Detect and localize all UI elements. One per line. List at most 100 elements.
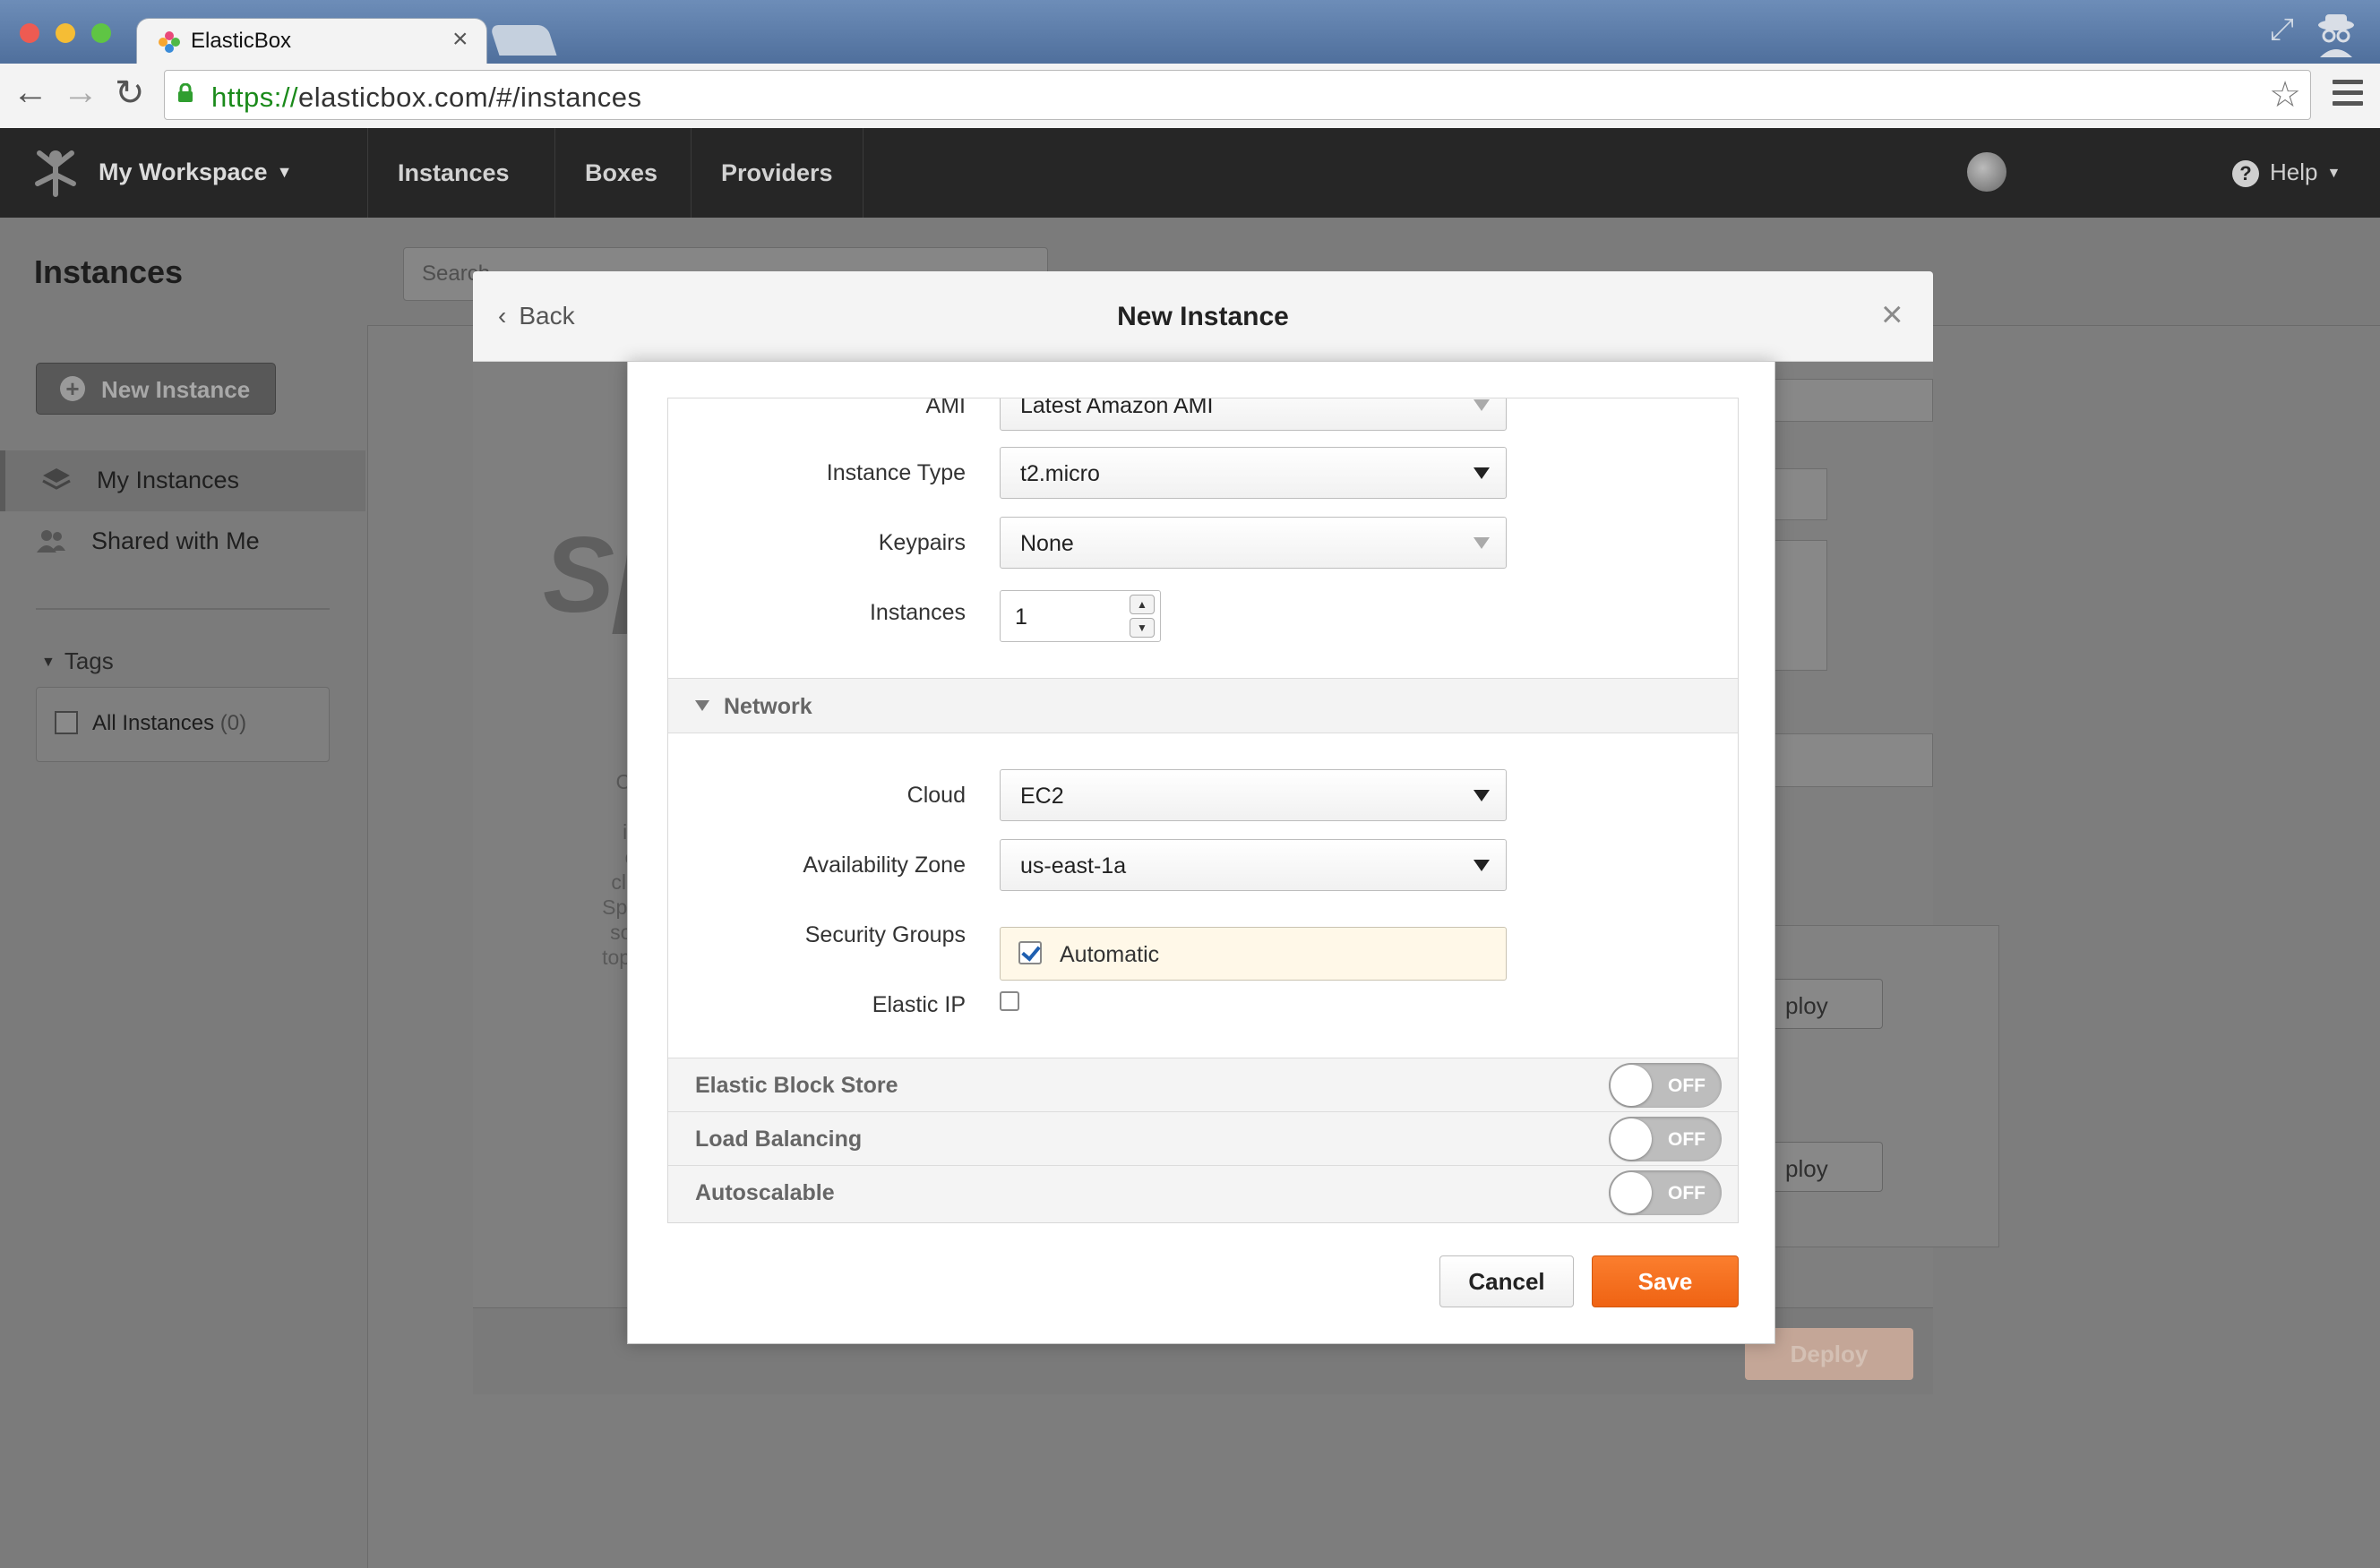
- toggle-row-elastic-block-store: Elastic Block Store OFF: [668, 1058, 1738, 1111]
- instances-value: 1: [1015, 604, 1027, 630]
- triangle-down-icon: ▼: [41, 655, 56, 670]
- address-bar[interactable]: https://elasticbox.com/#/instances ☆: [164, 70, 2311, 120]
- url-text: https://elasticbox.com/#/instances: [211, 81, 642, 114]
- bookmark-star-icon[interactable]: ☆: [2269, 74, 2301, 116]
- switch-knob: [1611, 1118, 1652, 1160]
- chevron-down-icon: [1474, 860, 1490, 871]
- toggle-row-autoscalable: Autoscalable OFF: [668, 1165, 1738, 1222]
- app-header: My Workspace ▼ Instances Boxes Providers …: [0, 128, 2380, 218]
- elastic-ip-checkbox[interactable]: [1000, 991, 1019, 1011]
- sidebar-item-label: Shared with Me: [91, 527, 260, 554]
- automatic-label: Automatic: [1060, 942, 1160, 967]
- ami-label: AMI: [925, 398, 966, 418]
- workspace-dropdown[interactable]: My Workspace ▼: [99, 159, 292, 186]
- decrement-icon[interactable]: ▼: [1130, 618, 1155, 638]
- toggle-label: Autoscalable: [695, 1180, 835, 1205]
- load-balancing-switch[interactable]: OFF: [1609, 1117, 1722, 1161]
- autoscalable-switch[interactable]: OFF: [1609, 1170, 1722, 1215]
- sidebar-item-shared-with-me[interactable]: Shared with Me: [0, 511, 365, 572]
- cancel-button[interactable]: Cancel: [1439, 1255, 1574, 1307]
- instances-label: Instances: [869, 600, 966, 625]
- reload-icon[interactable]: ↻: [115, 73, 145, 114]
- background-deploy-button[interactable]: ploy: [1772, 979, 1883, 1029]
- background-field: [1772, 468, 1827, 520]
- nav-boxes[interactable]: Boxes: [554, 128, 687, 218]
- keypairs-select[interactable]: None: [1000, 517, 1507, 569]
- tab-close-icon[interactable]: ×: [452, 24, 468, 55]
- availability-zone-select[interactable]: us-east-1a: [1000, 839, 1507, 891]
- nav-instances[interactable]: Instances: [367, 128, 539, 218]
- back-arrow-icon[interactable]: ←: [13, 73, 48, 113]
- all-instances-checkbox[interactable]: [55, 711, 78, 734]
- caret-down-icon: ▼: [276, 163, 293, 181]
- forward-arrow-icon[interactable]: →: [63, 73, 99, 113]
- cloud-value: EC2: [1020, 784, 1064, 809]
- url-scheme: https://: [211, 81, 299, 113]
- instance-type-select[interactable]: t2.micro: [1000, 447, 1507, 499]
- new-instance-label: New Instance: [101, 376, 251, 403]
- automatic-checkbox[interactable]: [1018, 941, 1042, 964]
- background-panel-strip: [1772, 379, 1933, 422]
- network-section-label: Network: [724, 694, 812, 719]
- browser-tab[interactable]: ElasticBox ×: [136, 18, 487, 64]
- elastic-block-store-switch[interactable]: OFF: [1609, 1063, 1722, 1108]
- url-path: elasticbox.com/#/instances: [298, 81, 642, 113]
- cloud-label: Cloud: [906, 783, 966, 808]
- tags-label: Tags: [64, 647, 114, 674]
- instance-type-value: t2.micro: [1020, 461, 1100, 486]
- toggle-row-load-balancing: Load Balancing OFF: [668, 1111, 1738, 1165]
- page-title: Instances: [34, 253, 184, 290]
- sidebar-divider: [36, 608, 330, 610]
- switch-state: OFF: [1668, 1129, 1706, 1150]
- deploy-label: ploy: [1785, 992, 1828, 1019]
- instances-stepper[interactable]: 1 ▲ ▼: [1000, 590, 1161, 642]
- help-menu[interactable]: ? Help ▼: [2232, 159, 2341, 187]
- save-button[interactable]: Save: [1592, 1255, 1739, 1307]
- sidebar: + New Instance My Instances Shared with …: [0, 325, 368, 1568]
- cloud-select[interactable]: EC2: [1000, 769, 1507, 821]
- instance-settings-dialog: AMI Latest Amazon AMI Instance Type t2.m…: [627, 361, 1775, 1344]
- all-instances-count: (0): [219, 711, 247, 735]
- elastic-ip-label: Elastic IP: [872, 992, 966, 1017]
- modal-header: ‹ Back New Instance ×: [473, 271, 1933, 362]
- new-instance-button[interactable]: + New Instance: [36, 363, 276, 415]
- plus-icon: +: [60, 376, 85, 401]
- elasticbox-favicon-icon: [159, 31, 180, 53]
- incognito-icon: [2318, 14, 2354, 57]
- all-instances-text: All Instances: [92, 711, 215, 735]
- modal-title: New Instance: [1117, 302, 1289, 331]
- increment-icon[interactable]: ▲: [1130, 595, 1155, 614]
- switch-knob: [1611, 1172, 1652, 1213]
- chevron-down-icon: [1474, 537, 1490, 549]
- layers-icon: [42, 468, 71, 490]
- tag-filter-box: All Instances (0): [36, 687, 330, 762]
- background-deploy-button[interactable]: ploy: [1772, 1142, 1883, 1192]
- availability-zone-value: us-east-1a: [1020, 853, 1127, 878]
- chevron-down-icon: [1474, 790, 1490, 801]
- nav-providers[interactable]: Providers: [691, 128, 864, 218]
- new-tab-button[interactable]: [489, 25, 557, 56]
- tags-toggle[interactable]: ▼ Tags: [41, 647, 114, 675]
- keypairs-value: None: [1020, 531, 1074, 556]
- user-avatar[interactable]: [1967, 152, 2006, 192]
- zoom-window-button[interactable]: [91, 23, 111, 43]
- toggle-label: Elastic Block Store: [695, 1073, 898, 1098]
- users-icon: [37, 530, 65, 553]
- minimize-window-button[interactable]: [56, 23, 75, 43]
- fullscreen-icon[interactable]: ⤢: [2270, 13, 2294, 47]
- ami-select[interactable]: Latest Amazon AMI: [1000, 398, 1507, 431]
- deploy-label: ploy: [1785, 1155, 1828, 1182]
- security-groups-label: Security Groups: [804, 922, 966, 947]
- chevron-down-icon: [1474, 467, 1490, 479]
- browser-menu-icon[interactable]: [2333, 80, 2363, 112]
- close-window-button[interactable]: [20, 23, 39, 43]
- sidebar-item-my-instances[interactable]: My Instances: [0, 450, 365, 511]
- close-icon[interactable]: ×: [1881, 293, 1903, 336]
- security-groups-field[interactable]: Automatic: [1000, 927, 1507, 981]
- all-instances-label: All Instances (0): [92, 711, 246, 736]
- background-panel-strip: [1772, 733, 1933, 787]
- help-label: Help: [2270, 159, 2318, 185]
- network-section-header[interactable]: Network: [668, 678, 1738, 733]
- browser-tabstrip: ElasticBox × ⤢: [0, 0, 2380, 64]
- ami-value: Latest Amazon AMI: [1020, 398, 1214, 418]
